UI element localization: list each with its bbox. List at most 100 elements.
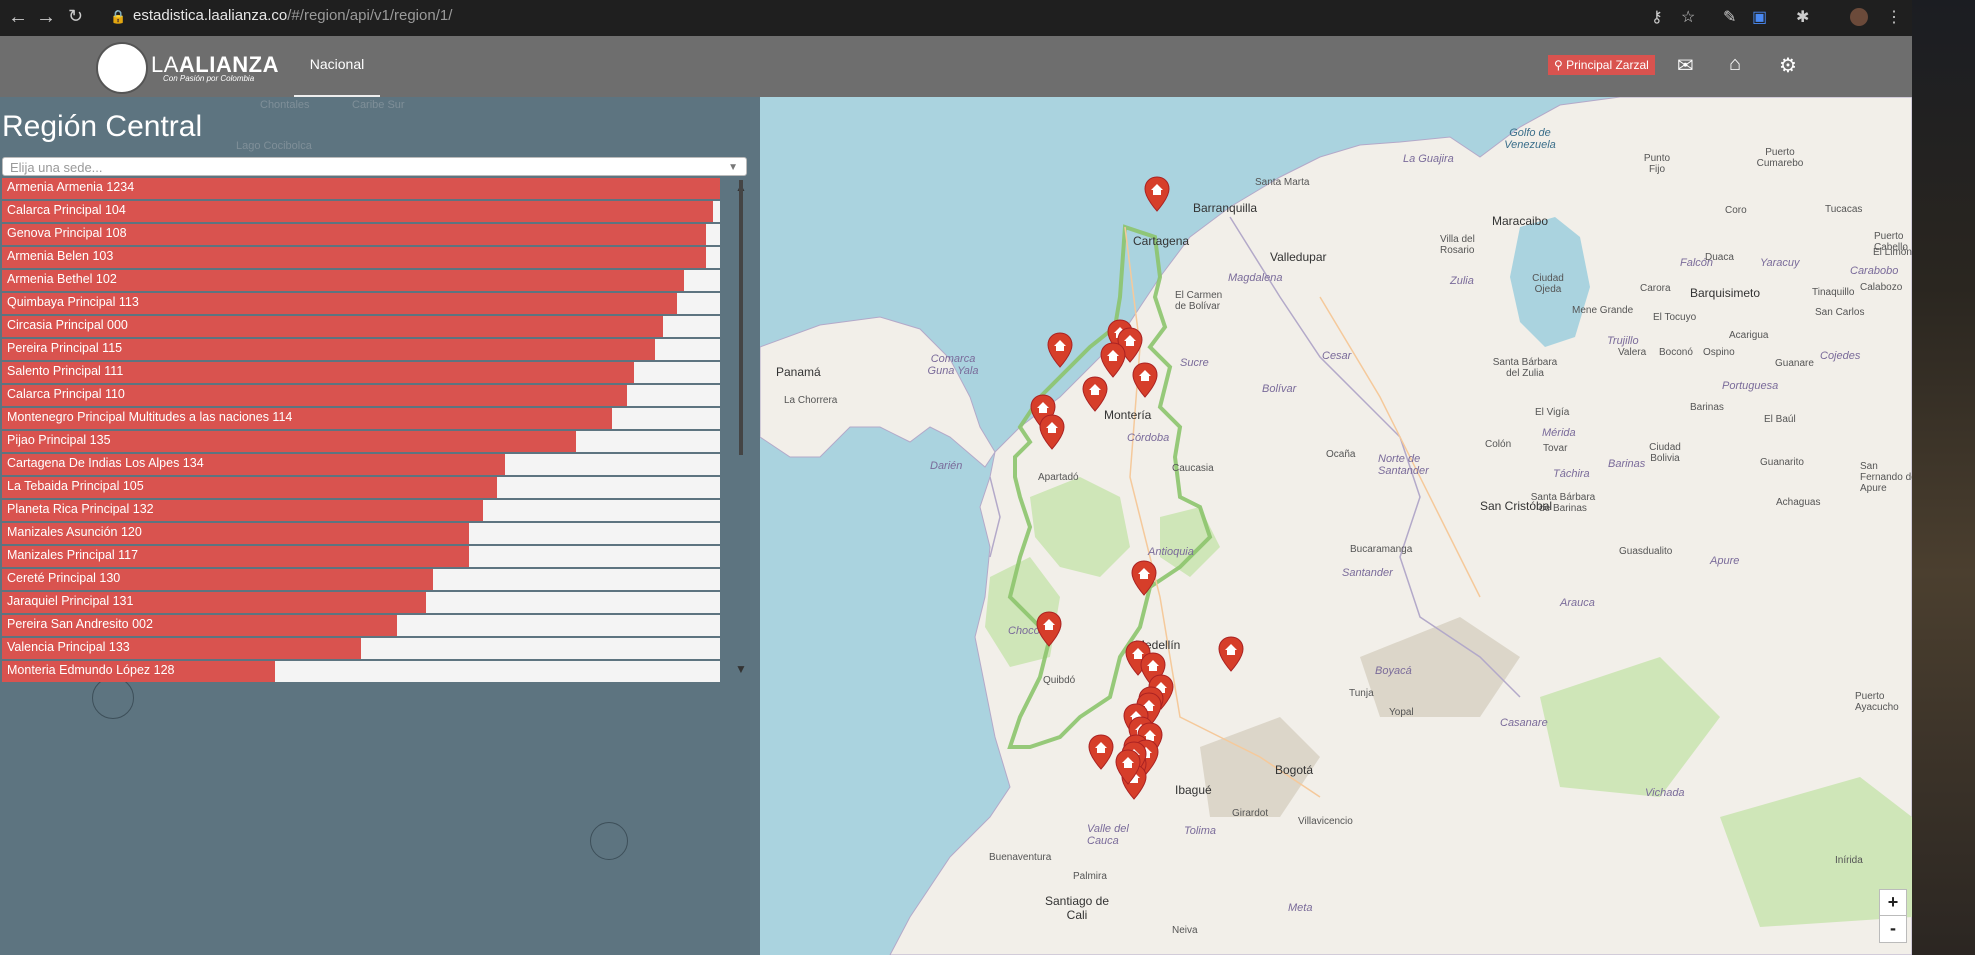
map-label: Apure <box>1710 555 1740 567</box>
map-label: Villa del Rosario <box>1440 234 1475 256</box>
map-label: Comarca Guna Yala <box>927 353 979 377</box>
sede-bar-label: La Tebaida Principal 105 <box>7 479 144 493</box>
zoom-in-button[interactable]: + <box>1879 889 1907 917</box>
reload-icon[interactable]: ↻ <box>68 6 83 27</box>
zoom-out-button[interactable]: - <box>1879 915 1907 943</box>
sede-bar-row[interactable]: Armenia Armenia 1234 <box>2 178 720 199</box>
sede-bar-label: Armenia Belen 103 <box>7 249 114 263</box>
map-label: Ciudad Bolivia <box>1649 442 1681 464</box>
map-label: Guasdualito <box>1619 546 1673 557</box>
profile-avatar[interactable] <box>1850 8 1868 26</box>
map-marker-home-icon[interactable] <box>1132 362 1158 398</box>
map-label: Inírida <box>1835 855 1863 866</box>
map-label: Boyacá <box>1375 665 1412 677</box>
map-marker-home-icon[interactable] <box>1082 376 1108 412</box>
map-label: Santander <box>1342 567 1393 579</box>
map-label: El Carmen de Bolívar <box>1175 290 1223 312</box>
sede-bar-row[interactable]: Valencia Principal 133 <box>2 638 720 659</box>
map-label: Barranquilla <box>1193 201 1258 215</box>
extensions-icon[interactable]: ✱ <box>1796 7 1809 27</box>
map-view[interactable]: Barranquilla Santa Marta Cartagena Valle… <box>760 97 1912 955</box>
logo-emblem[interactable] <box>96 42 148 94</box>
sede-bar-label: Jaraquiel Principal 131 <box>7 594 134 608</box>
map-label: Cojedes <box>1820 350 1861 362</box>
map-label: La Guajira <box>1403 153 1454 165</box>
map-marker-home-icon[interactable] <box>1036 611 1062 647</box>
address-bar[interactable]: estadistica.laalianza.co/#/region/api/v1… <box>133 7 452 24</box>
mail-icon[interactable]: ✉ <box>1677 53 1694 78</box>
sede-bar-row[interactable]: Jaraquiel Principal 131 <box>2 592 720 613</box>
browser-chrome: ← → ↻ 🔒 estadistica.laalianza.co/#/regio… <box>0 0 1912 36</box>
map-label: Tolima <box>1184 825 1216 837</box>
map-label: Santa Bárbara de Barinas <box>1530 492 1596 514</box>
map-label: Zulia <box>1450 275 1474 287</box>
page-title: Región Central <box>2 110 203 143</box>
scrollbar[interactable] <box>739 180 743 455</box>
map-label: Bolívar <box>1262 383 1297 395</box>
sede-bar-row[interactable]: Calarca Principal 110 <box>2 385 720 406</box>
map-marker-home-icon[interactable] <box>1100 342 1126 378</box>
sede-bar-row[interactable]: Armenia Bethel 102 <box>2 270 720 291</box>
sede-bar-label: Pijao Principal 135 <box>7 433 111 447</box>
sede-bar-row[interactable]: Cereté Principal 130 <box>2 569 720 590</box>
location-badge[interactable]: ⚲ Principal Zarzal <box>1548 55 1655 75</box>
sede-select[interactable]: Elija una sede... ▼ <box>2 157 747 176</box>
sede-bar-row[interactable]: Cartagena De Indias Los Alpes 134 <box>2 454 720 475</box>
map-label: Punto Fijo <box>1643 153 1671 175</box>
sede-bar-row[interactable]: Manizales Asunción 120 <box>2 523 720 544</box>
sede-bar-label: Manizales Principal 117 <box>7 548 139 562</box>
map-marker-home-icon[interactable] <box>1131 560 1157 596</box>
sede-bar-row[interactable]: Pereira San Andresito 002 <box>2 615 720 636</box>
gears-icon[interactable]: ⚙ <box>1779 53 1797 78</box>
map-label: Antioquia <box>1148 546 1194 558</box>
map-label: San Carlos <box>1815 307 1865 318</box>
sede-bar-label: Pereira Principal 115 <box>7 341 123 355</box>
forward-icon[interactable]: → <box>36 6 56 29</box>
scroll-down-icon[interactable]: ▼ <box>735 662 747 676</box>
map-label: Achaguas <box>1776 497 1821 508</box>
pen-extension-icon[interactable]: ✎ <box>1723 7 1736 27</box>
menu-icon[interactable]: ⋮ <box>1886 7 1902 27</box>
map-label: Barinas <box>1690 402 1724 413</box>
sede-bar-row[interactable]: Pereira Principal 115 <box>2 339 720 360</box>
sede-bar-label: Calarca Principal 104 <box>7 203 126 217</box>
translate-extension-icon[interactable]: ▣ <box>1752 7 1767 27</box>
sede-bar-list: Armenia Armenia 1234 Calarca Principal 10… <box>2 178 720 684</box>
sede-bar-row[interactable]: Salento Principal 111 <box>2 362 720 383</box>
map-label: Darién <box>930 460 963 472</box>
sede-bar-row[interactable]: Manizales Principal 117 <box>2 546 720 567</box>
home-icon[interactable]: ⌂ <box>1729 53 1741 76</box>
map-label: Montería <box>1104 408 1152 422</box>
map-marker-home-icon[interactable] <box>1218 636 1244 672</box>
sede-bar-row[interactable]: Planeta Rica Principal 132 <box>2 500 720 521</box>
sede-bar-row[interactable]: Montenegro Principal Multitudes a las na… <box>2 408 720 429</box>
map-marker-home-icon[interactable] <box>1088 734 1114 770</box>
sede-bar-row[interactable]: Pijao Principal 135 <box>2 431 720 452</box>
sede-bar-row[interactable]: Genova Principal 108 <box>2 224 720 245</box>
key-icon[interactable]: ⚷ <box>1651 7 1663 27</box>
map-marker-home-icon[interactable] <box>1115 749 1141 785</box>
sede-bar-row[interactable]: Quimbaya Principal 113 <box>2 293 720 314</box>
sede-bar-row[interactable]: Armenia Belen 103 <box>2 247 720 268</box>
tab-nacional[interactable]: Nacional <box>294 36 380 97</box>
map-label: El Vigía <box>1535 407 1570 418</box>
sede-bar-row[interactable]: Circasia Principal 000 <box>2 316 720 337</box>
map-marker-home-icon[interactable] <box>1144 176 1170 212</box>
map-label: Casanare <box>1500 717 1548 729</box>
map-label: Arauca <box>1560 597 1595 609</box>
sede-bar-label: Cartagena De Indias Los Alpes 134 <box>7 456 204 470</box>
back-icon[interactable]: ← <box>8 6 28 29</box>
map-label: La Chorrera <box>784 395 838 406</box>
map-marker-home-icon[interactable] <box>1047 332 1073 368</box>
map-label: Santiago de Cali <box>1044 894 1110 922</box>
map-marker-home-icon[interactable] <box>1039 414 1065 450</box>
sede-bar-label: Calarca Principal 110 <box>7 387 125 401</box>
map-label: Buenaventura <box>989 852 1052 863</box>
sede-bar-row[interactable]: Calarca Principal 104 <box>2 201 720 222</box>
sede-bar-row[interactable]: Monteria Edmundo López 128 <box>2 661 720 682</box>
map-label: Tucacas <box>1825 204 1863 215</box>
logo-tagline: Con Pasión por Colombia <box>163 74 255 83</box>
sede-bar-row[interactable]: La Tebaida Principal 105 <box>2 477 720 498</box>
star-icon[interactable]: ☆ <box>1681 7 1695 27</box>
map-label: San Fernando de Apure <box>1860 461 1912 494</box>
